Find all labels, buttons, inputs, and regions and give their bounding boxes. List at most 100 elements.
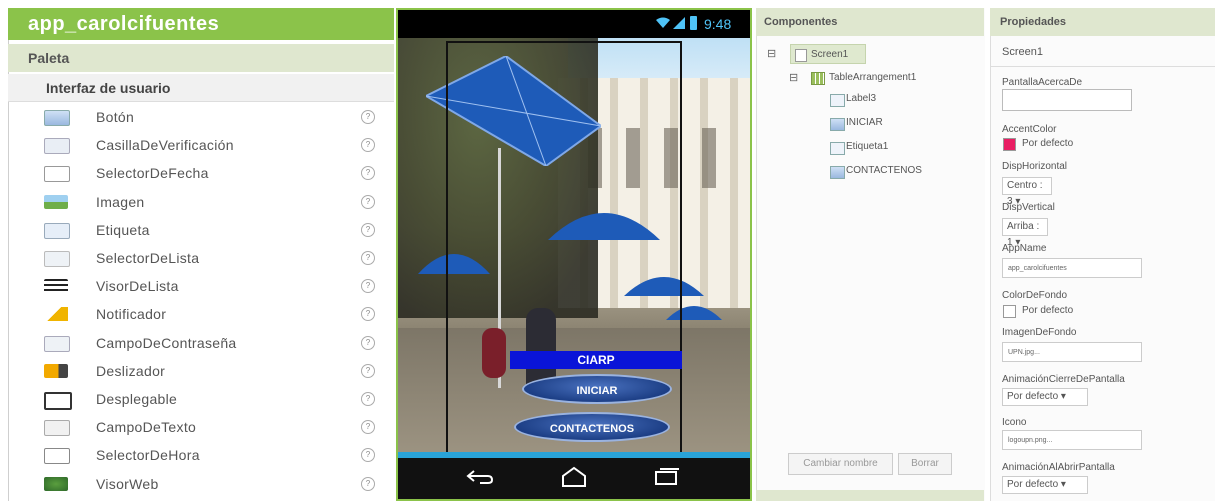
palette-item-label: SelectorDeFecha: [96, 165, 209, 182]
prop-appname-input[interactable]: app_carolcifuentes: [1002, 258, 1142, 278]
palette-item[interactable]: CampoDeContraseña?: [8, 329, 394, 357]
timepicker-icon: [44, 448, 70, 465]
components-header: Componentes: [756, 8, 984, 36]
palette-item[interactable]: Botón?: [8, 103, 394, 131]
prop-label-appname: AppName: [1002, 243, 1047, 254]
tree-item-tablearrangement1[interactable]: TableArrangement1: [829, 72, 916, 83]
prop-label-disp-vertical: DispVertical: [1002, 202, 1055, 213]
prop-label-animacion-abrir: AnimaciónAlAbrirPantalla: [1002, 462, 1115, 473]
prop-label-accent-color: AccentColor: [1002, 124, 1057, 135]
label-icon: [830, 142, 845, 155]
help-icon[interactable]: ?: [361, 448, 375, 463]
listview-icon: [44, 279, 68, 294]
image-icon: [44, 194, 68, 209]
back-icon[interactable]: [466, 468, 494, 486]
textbox-icon: [44, 420, 70, 437]
palette-item-label: VisorDeLista: [96, 278, 179, 295]
button-icon: [830, 166, 845, 179]
palette-item[interactable]: CasillaDeVerificación?: [8, 131, 394, 159]
palette-item[interactable]: Deslizador?: [8, 357, 394, 385]
collapse-screen-icon[interactable]: ⊟: [767, 47, 776, 60]
button-icon: [44, 110, 70, 126]
help-icon[interactable]: ?: [361, 138, 375, 153]
palette-item[interactable]: SelectorDeFecha?: [8, 159, 394, 187]
palette-item-label: CampoDeTexto: [96, 419, 197, 436]
palette-item[interactable]: Notificador?: [8, 300, 394, 328]
help-icon[interactable]: ?: [361, 420, 375, 435]
recent-apps-icon[interactable]: [654, 468, 680, 486]
label-icon: [44, 222, 70, 239]
prop-label-imagen-de-fondo: ImagenDeFondo: [1002, 327, 1077, 338]
webviewer-icon: [44, 476, 68, 491]
prop-animacion-abrir-select[interactable]: Por defecto ▾: [1002, 476, 1088, 494]
home-icon[interactable]: [560, 466, 588, 488]
background-color-swatch[interactable]: [1003, 305, 1016, 318]
help-icon[interactable]: ?: [361, 166, 375, 181]
help-icon[interactable]: ?: [361, 392, 375, 406]
help-icon[interactable]: ?: [361, 476, 375, 491]
palette-item-label: SelectorDeLista: [96, 250, 200, 266]
palette-header[interactable]: Paleta: [8, 44, 394, 72]
screen-background-photo: CIARP INICIAR CONTACTENOS: [398, 38, 750, 458]
rename-button[interactable]: Cambiar nombre: [788, 453, 893, 475]
palette-item-label: VisorWeb: [96, 475, 159, 492]
palette-item-label: CasillaDeVerificación: [96, 137, 234, 154]
palette-item-label: Notificador: [96, 306, 167, 323]
listpicker-icon: [44, 251, 70, 267]
prop-color-de-fondo-value[interactable]: Por defecto: [1022, 305, 1073, 316]
palette-item-label: Deslizador: [96, 362, 166, 379]
contactenos-button[interactable]: CONTACTENOS: [514, 412, 670, 442]
label-icon: [830, 94, 845, 107]
palette-item[interactable]: Imagen?: [8, 188, 394, 216]
palette-item-label: Desplegable: [96, 391, 178, 407]
help-icon[interactable]: ?: [361, 194, 375, 209]
delete-button[interactable]: Borrar: [898, 453, 952, 475]
help-icon[interactable]: ?: [361, 110, 375, 124]
palette-item-label: Imagen: [96, 193, 145, 210]
datepicker-icon: [44, 166, 70, 183]
tree-item-screen1[interactable]: Screen1: [790, 44, 866, 64]
tree-item-label3[interactable]: Label3: [846, 93, 876, 104]
prop-pantalla-acerca-de-textarea[interactable]: [1002, 89, 1132, 111]
prop-icono-picker[interactable]: logoupn.png...: [1002, 430, 1142, 450]
help-icon[interactable]: ?: [361, 251, 375, 265]
palette-item[interactable]: Etiqueta?: [8, 216, 394, 244]
palette-item[interactable]: VisorDeLista?: [8, 272, 394, 300]
prop-animacion-cierre-select[interactable]: Por defecto ▾: [1002, 388, 1088, 406]
status-bar: 9:48: [398, 10, 750, 38]
tree-item-etiqueta1[interactable]: Etiqueta1: [846, 141, 888, 152]
palette-item[interactable]: Desplegable?: [8, 385, 394, 413]
palette-item[interactable]: CampoDeTexto?: [8, 413, 394, 441]
prop-label-color-de-fondo: ColorDeFondo: [1002, 290, 1068, 301]
iniciar-button[interactable]: INICIAR: [522, 374, 672, 404]
password-icon: [44, 335, 70, 352]
prop-label-animacion-cierre: AnimaciónCierreDePantalla: [1002, 374, 1125, 385]
palette-section-user-interface[interactable]: Interfaz de usuario: [8, 74, 394, 102]
prop-label-pantalla-acerca-de: PantallaAcercaDe: [1002, 77, 1083, 88]
palette-item-label: Botón: [96, 109, 135, 125]
prop-disp-horizontal-select[interactable]: Centro : 3 ▾: [1002, 177, 1052, 207]
button-icon: [830, 118, 845, 131]
properties-selected-component: Screen1: [1002, 46, 1043, 58]
prop-accent-color-value[interactable]: Por defecto: [1022, 138, 1073, 149]
help-icon[interactable]: ?: [361, 363, 375, 378]
components-bottom-divider: [756, 490, 984, 501]
prop-imagen-de-fondo-picker[interactable]: UPN.jpg...: [1002, 342, 1142, 362]
tree-item-contactenos[interactable]: CONTACTENOS: [846, 165, 922, 176]
accent-color-swatch[interactable]: [1003, 138, 1016, 151]
palette-item[interactable]: SelectorDeHora?: [8, 441, 394, 469]
help-icon[interactable]: ?: [361, 222, 375, 237]
prop-disp-vertical-select[interactable]: Arriba : 1 ▾: [1002, 218, 1048, 248]
checkbox-icon: [44, 138, 70, 155]
collapse-arrangement-icon[interactable]: ⊟: [789, 71, 798, 84]
spinner-icon: [44, 392, 72, 410]
palette-item[interactable]: VisorWeb?: [8, 470, 394, 498]
tree-item-iniciar[interactable]: INICIAR: [846, 117, 883, 128]
help-icon[interactable]: ?: [361, 279, 375, 294]
signal-icon: [673, 17, 685, 29]
help-icon[interactable]: ?: [361, 307, 375, 322]
palette-item[interactable]: SelectorDeLista?: [8, 244, 394, 272]
help-icon[interactable]: ?: [361, 335, 375, 350]
android-nav-bar: [398, 458, 750, 499]
notifier-icon: [44, 307, 68, 322]
